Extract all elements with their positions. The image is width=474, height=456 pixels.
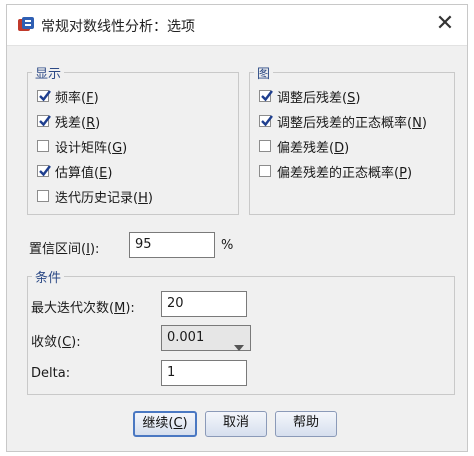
checkbox-checked-icon[interactable] — [37, 115, 51, 127]
checkbox-checked-icon[interactable] — [37, 90, 51, 102]
window-title: 常规对数线性分析：选项 — [41, 19, 195, 35]
continue-button[interactable]: 继续(C) — [133, 411, 197, 437]
plot-checkbox-label: 调整后残差(S) — [277, 90, 361, 106]
checkbox-unchecked-icon[interactable] — [259, 140, 271, 152]
cancel-button[interactable]: 取消 — [205, 411, 267, 437]
max-iterations-label: 最大迭代次数(M): — [31, 301, 135, 316]
display-checkbox-row[interactable]: 残差(R) — [37, 112, 101, 131]
display-checkbox-row[interactable]: 设计矩阵(G) — [37, 137, 128, 156]
plot-checkbox-label: 偏差残差的正态概率(P) — [277, 165, 413, 181]
help-button[interactable]: 帮助 — [275, 411, 337, 437]
checkbox-checked-icon[interactable] — [259, 90, 273, 102]
checkbox-unchecked-icon[interactable] — [37, 190, 49, 202]
delta-label: Delta: — [31, 366, 71, 381]
convergence-select[interactable]: 0.001 — [161, 325, 251, 351]
plot-legend: 图 — [257, 67, 271, 82]
max-iterations-input[interactable]: 20 — [161, 291, 247, 317]
plot-checkbox-label: 调整后残差的正态概率(N) — [277, 115, 427, 131]
options-dialog: 常规对数线性分析：选项 ✕ 显示 频率(F) 残差(R) 设计矩阵(G) 估算值(E)… — [6, 4, 468, 452]
display-checkbox-row[interactable]: 迭代历史记录(H) — [37, 187, 153, 206]
checkbox-unchecked-icon[interactable] — [37, 140, 49, 152]
plot-checkbox-row[interactable]: 偏差残差(D) — [259, 137, 350, 156]
criteria-legend: 条件 — [35, 271, 62, 286]
app-icon — [17, 16, 35, 34]
display-checkbox-row[interactable]: 频率(F) — [37, 87, 99, 106]
delta-input[interactable]: 1 — [161, 360, 247, 386]
percent-unit: % — [221, 238, 234, 253]
convergence-value: 0.001 — [167, 330, 205, 345]
display-checkbox-label: 设计矩阵(G) — [55, 140, 128, 156]
display-checkbox-row[interactable]: 估算值(E) — [37, 162, 113, 181]
checkbox-checked-icon[interactable] — [37, 165, 51, 177]
display-checkbox-label: 估算值(E) — [55, 165, 113, 181]
checkbox-unchecked-icon[interactable] — [259, 165, 271, 177]
display-checkbox-label: 频率(F) — [55, 90, 99, 106]
display-checkbox-label: 迭代历史记录(H) — [55, 190, 153, 206]
display-legend: 显示 — [35, 67, 62, 82]
checkbox-checked-icon[interactable] — [259, 115, 273, 127]
plot-checkbox-row[interactable]: 调整后残差(S) — [259, 87, 361, 106]
close-icon[interactable]: ✕ — [433, 12, 457, 36]
confidence-label: 置信区间(I): — [29, 242, 100, 257]
plot-checkbox-row[interactable]: 偏差残差的正态概率(P) — [259, 162, 413, 181]
title-bar: 常规对数线性分析：选项 ✕ — [7, 5, 467, 46]
chevron-down-icon — [234, 336, 244, 360]
display-checkbox-label: 残差(R) — [55, 115, 101, 131]
confidence-input[interactable]: 95 — [129, 232, 215, 258]
plot-checkbox-label: 偏差残差(D) — [277, 140, 350, 156]
convergence-label: 收敛(C): — [31, 335, 81, 350]
plot-checkbox-row[interactable]: 调整后残差的正态概率(N) — [259, 112, 427, 131]
